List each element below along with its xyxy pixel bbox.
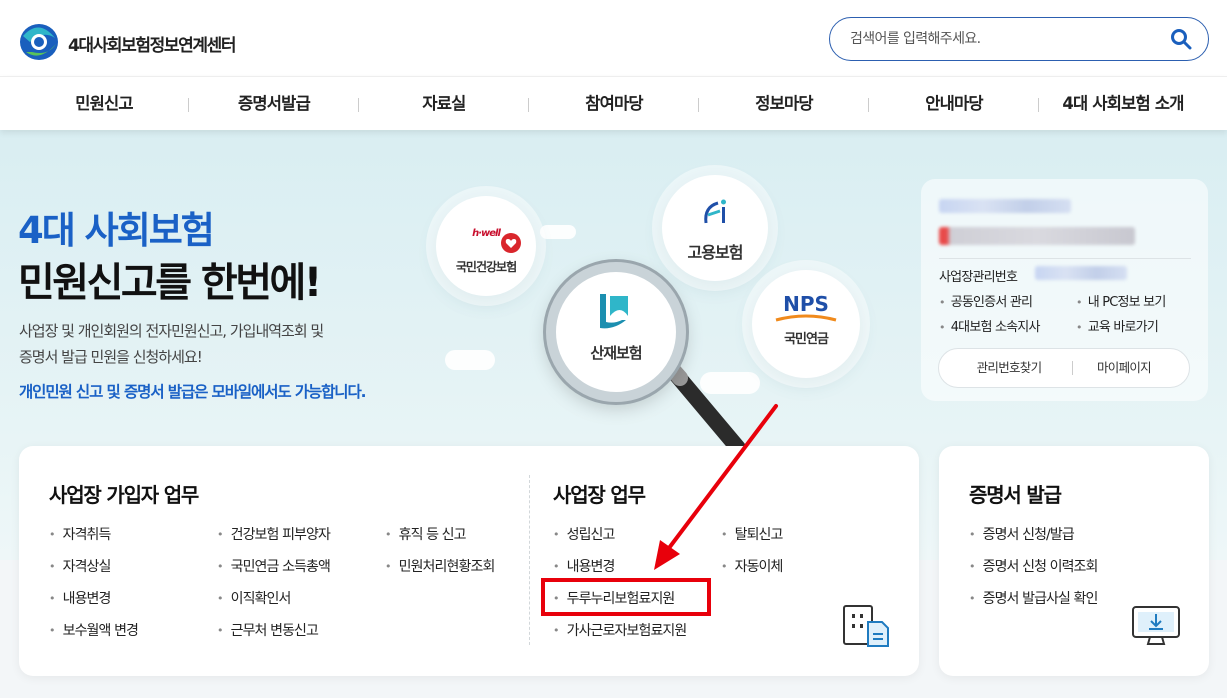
nav-item-archive[interactable]: 자료실 — [384, 77, 504, 131]
employment-label: 고용보험 — [687, 243, 744, 262]
hero-description-line1: 사업장 및 개인회원의 전자민원신고, 가입내역조회 및 — [19, 322, 324, 340]
cloud-decoration — [540, 225, 576, 239]
nav-item-guide[interactable]: 안내마당 — [894, 77, 1014, 131]
link-cert-history[interactable]: 증명서 신청 이력조회 — [969, 556, 1099, 576]
search-bar — [829, 17, 1209, 61]
cloud-decoration — [445, 350, 495, 370]
masked-biz-number — [1035, 266, 1127, 280]
masked-user-detail — [939, 227, 1135, 245]
link-wage-change[interactable]: 보수월액 변경 — [49, 620, 139, 640]
workers-comp-magnifier[interactable]: 산재보험 — [546, 262, 686, 402]
link-pension-income[interactable]: 국민연금 소득총액 — [217, 556, 331, 576]
nav-divider — [528, 98, 529, 112]
link-domestic-worker-support[interactable]: 가사근로자보험료지원 — [553, 620, 688, 640]
link-dependent[interactable]: 건강보험 피부양자 — [217, 524, 331, 544]
hero-description: 사업장 및 개인회원의 전자민원신고, 가입내역조회 및 증명서 발급 민원을 … — [19, 318, 324, 370]
employment-logo-icon — [704, 199, 726, 224]
link-biz-change[interactable]: 내용변경 — [553, 556, 616, 576]
education-link[interactable]: 교육 바로가기 — [1076, 316, 1159, 335]
nav-divider — [358, 98, 359, 112]
site-header: 4대사회보험정보연계센터 — [0, 0, 1227, 76]
annotation-arrow-icon — [654, 404, 778, 570]
highlight-box — [541, 578, 711, 616]
search-input[interactable] — [850, 28, 1150, 50]
pc-info-link[interactable]: 내 PC정보 보기 — [1076, 291, 1167, 310]
nav-item-participation[interactable]: 참여마당 — [554, 77, 674, 131]
link-acquisition[interactable]: 자격취득 — [49, 524, 112, 544]
panel-divider — [939, 258, 1191, 259]
link-separation-cert[interactable]: 이직확인서 — [217, 588, 292, 608]
link-loss[interactable]: 자격상실 — [49, 556, 112, 576]
mypage-button[interactable]: 마이페이지 — [1073, 349, 1175, 387]
hero-title-line1: 4대 사회보험 — [18, 209, 215, 252]
biz-mgmt-number-label: 사업장관리번호 — [939, 270, 1018, 285]
branch-office-link[interactable]: 4대보험 소속지사 — [939, 316, 1041, 335]
link-cert-apply[interactable]: 증명서 신청/발급 — [969, 524, 1075, 544]
link-cert-verify[interactable]: 증명서 발급사실 확인 — [969, 588, 1099, 608]
building-document-icon — [843, 605, 889, 647]
card-divider — [529, 475, 530, 645]
nav-item-complaint[interactable]: 민원신고 — [44, 77, 164, 131]
user-info-panel: 사업장관리번호 공동인증서 관리 내 PC정보 보기 4대보험 소속지사 교육 … — [921, 179, 1208, 401]
masked-user-name — [939, 199, 1071, 213]
link-change[interactable]: 내용변경 — [49, 588, 112, 608]
workers-comp-logo-icon — [600, 294, 628, 329]
monitor-download-icon — [1132, 606, 1180, 645]
hero-description-line2: 증명서 발급 민원을 신청하세요! — [19, 348, 203, 366]
nav-item-about[interactable]: 4대 사회보험 소개 — [1048, 77, 1198, 131]
business-section-title: 사업장 업무 — [553, 483, 646, 507]
find-mgmt-number-button[interactable]: 관리번호찾기 — [939, 349, 1079, 387]
logo-icon[interactable] — [18, 22, 60, 62]
nhis-label: 국민건강보험 — [455, 260, 517, 274]
workers-comp-label: 산재보험 — [590, 344, 642, 362]
search-icon[interactable] — [1170, 28, 1192, 50]
subscriber-section-title: 사업장 가입자 업무 — [49, 483, 199, 507]
link-workplace-change[interactable]: 근무처 변동신고 — [217, 620, 319, 640]
employment-insurance-circle[interactable]: 고용보험 — [662, 175, 768, 281]
nav-divider — [188, 98, 189, 112]
hero-mobile-note: 개인민원 신고 및 증명서 발급은 모바일에서도 가능합니다. — [19, 383, 367, 401]
nav-divider — [1038, 98, 1039, 112]
link-status-inquiry[interactable]: 민원처리현황조회 — [385, 556, 496, 576]
nav-divider — [868, 98, 869, 112]
main-nav: 민원신고 증명서발급 자료실 참여마당 정보마당 안내마당 4대 사회보험 소개 — [0, 76, 1227, 130]
link-leave[interactable]: 휴직 등 신고 — [385, 524, 467, 544]
panel-button-group: 관리번호찾기 마이페이지 — [938, 348, 1190, 388]
link-establishment[interactable]: 성립신고 — [553, 524, 616, 544]
nps-swoosh-icon — [775, 314, 837, 322]
certificate-section-title: 증명서 발급 — [969, 483, 1062, 507]
hero-title-line2: 민원신고를 한번에! — [18, 260, 322, 306]
nav-item-certificate[interactable]: 증명서발급 — [214, 77, 334, 131]
site-logo-text[interactable]: 4대사회보험정보연계센터 — [68, 31, 236, 56]
cert-management-link[interactable]: 공동인증서 관리 — [939, 291, 1033, 310]
nhis-circle[interactable]: h·well 국민건강보험 — [436, 196, 536, 296]
nav-item-info[interactable]: 정보마당 — [724, 77, 844, 131]
nav-divider — [698, 98, 699, 112]
heart-icon — [501, 233, 521, 253]
nps-logo-text: NPS — [783, 292, 829, 316]
